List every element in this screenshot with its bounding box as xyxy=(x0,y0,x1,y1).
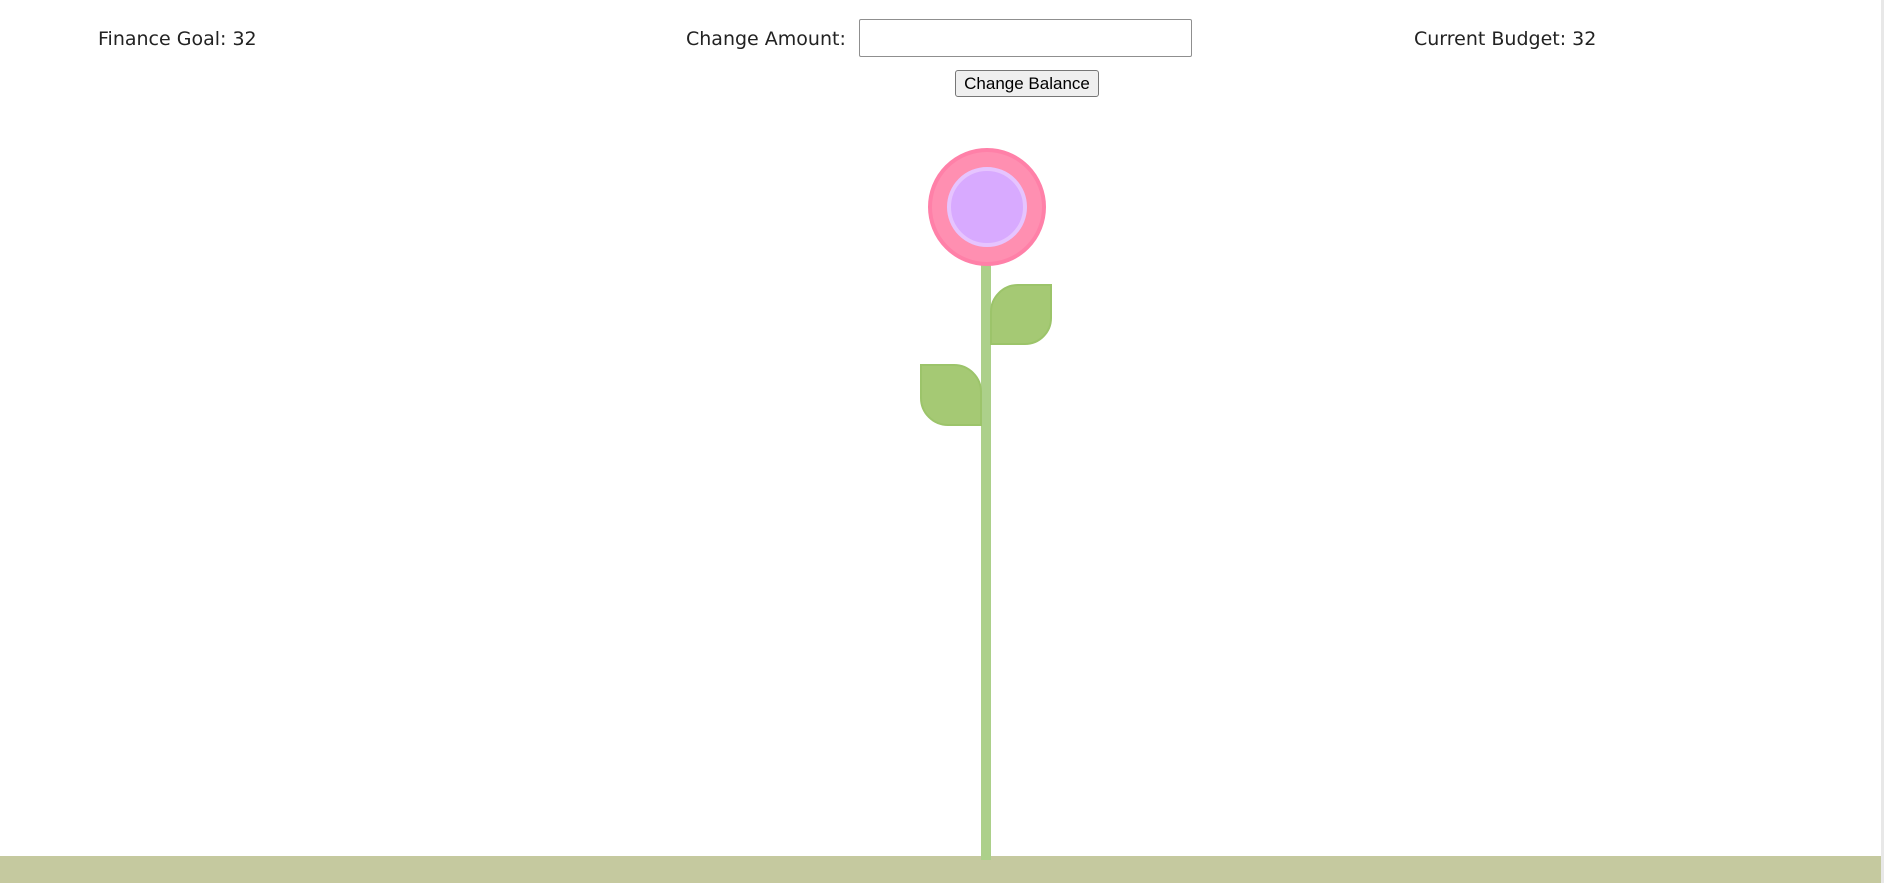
app-page: Finance Goal: 32 Change Amount: Change B… xyxy=(0,0,1884,883)
flower-center xyxy=(947,167,1027,247)
lower-leaf xyxy=(920,364,982,426)
ground-strip xyxy=(0,856,1881,883)
flower-graphic xyxy=(0,148,1881,883)
flower-stem xyxy=(981,262,991,860)
upper-leaf xyxy=(990,284,1052,345)
